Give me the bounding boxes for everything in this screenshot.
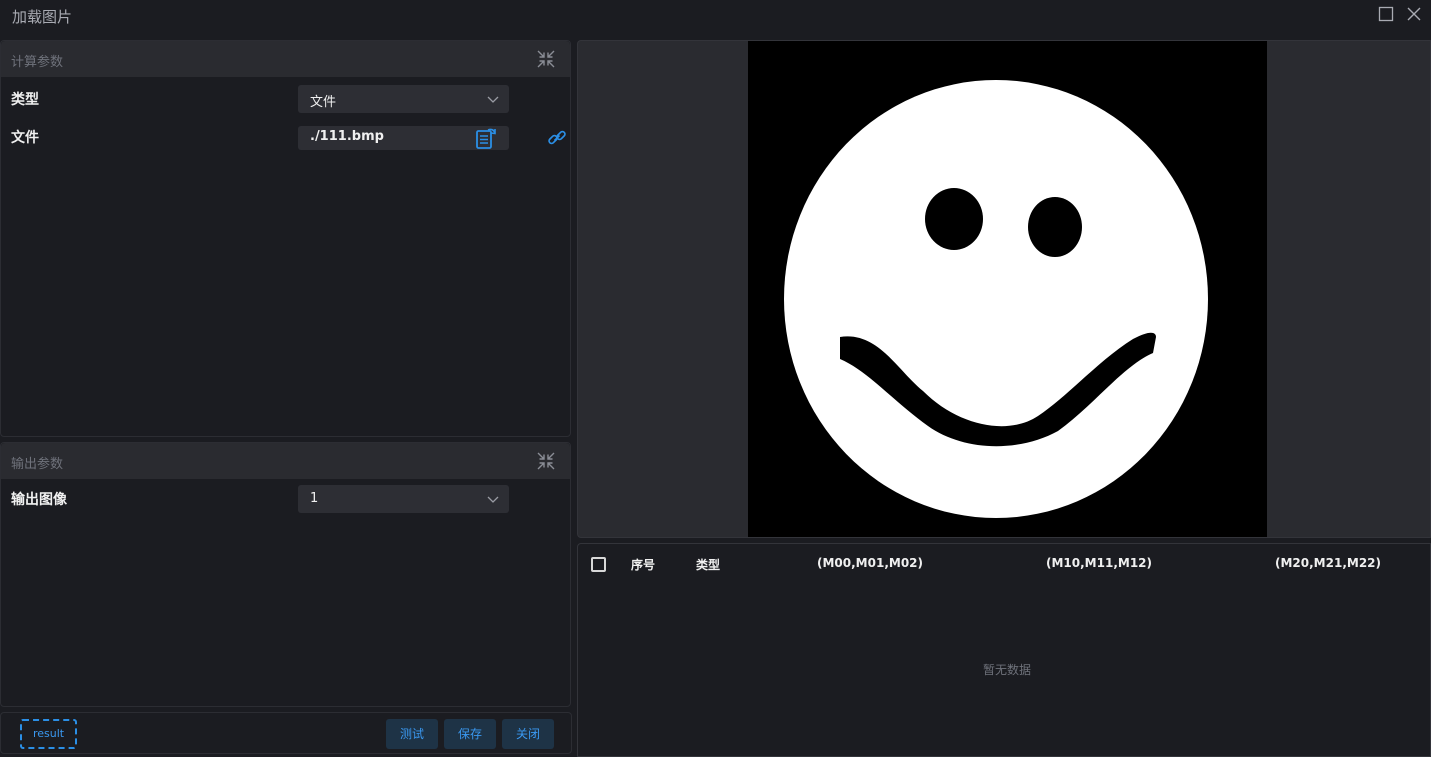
file-browse-icon[interactable]	[475, 127, 499, 149]
maximize-icon[interactable]	[1377, 5, 1395, 23]
type-row: 类型 文件	[1, 83, 572, 113]
parameters-panel: 计算参数 类型 文件 文件 ./111.bmp 输出参数 输出图像 1	[0, 40, 572, 707]
output-image-label: 输出图像	[11, 492, 67, 508]
test-button[interactable]: 测试	[386, 719, 438, 749]
preview-image[interactable]	[748, 41, 1267, 538]
file-label: 文件	[11, 130, 39, 146]
column-header-m2[interactable]: (M20,M21,M22)	[1275, 556, 1381, 570]
collapse-icon[interactable]	[536, 451, 556, 471]
collapse-icon[interactable]	[536, 49, 556, 69]
close-icon[interactable]	[1405, 5, 1423, 23]
select-all-checkbox[interactable]	[591, 557, 606, 572]
file-path-input[interactable]: ./111.bmp	[298, 126, 509, 150]
calc-params-header: 计算参数	[1, 41, 570, 77]
result-tag[interactable]: result	[20, 719, 77, 749]
output-image-value: 1	[310, 491, 319, 506]
table-header: 序号 类型 (M00,M01,M02) (M10,M11,M12) (M20,M…	[578, 544, 1431, 582]
output-params-header: 输出参数	[1, 443, 570, 479]
dialog-footer: result 测试 保存 关闭	[0, 712, 572, 754]
column-header-m1[interactable]: (M10,M11,M12)	[1046, 556, 1152, 570]
close-button[interactable]: 关闭	[502, 719, 554, 749]
title-bar: 加载图片	[0, 0, 1431, 32]
calc-params-section: 计算参数 类型 文件 文件 ./111.bmp	[0, 40, 571, 437]
chevron-down-icon	[487, 496, 499, 503]
file-row: 文件 ./111.bmp	[1, 121, 572, 151]
column-header-type[interactable]: 类型	[696, 556, 720, 573]
type-label: 类型	[11, 92, 39, 108]
type-select-value: 文件	[310, 95, 337, 110]
column-header-m0[interactable]: (M00,M01,M02)	[817, 556, 923, 570]
type-select[interactable]: 文件	[298, 85, 509, 113]
calc-params-title: 计算参数	[11, 55, 64, 70]
output-params-title: 输出参数	[11, 457, 64, 472]
file-path-value: ./111.bmp	[310, 129, 384, 144]
window-title: 加载图片	[12, 8, 73, 26]
save-button[interactable]: 保存	[444, 719, 496, 749]
output-image-select[interactable]: 1	[298, 485, 509, 513]
column-header-index[interactable]: 序号	[631, 556, 655, 573]
results-table: 序号 类型 (M00,M01,M02) (M10,M11,M12) (M20,M…	[577, 543, 1431, 757]
output-params-section: 输出参数 输出图像 1	[0, 442, 571, 707]
image-preview-panel	[577, 40, 1431, 538]
link-icon[interactable]	[547, 128, 567, 148]
output-image-row: 输出图像 1	[1, 483, 572, 513]
empty-state-text: 暂无数据	[982, 663, 1031, 677]
chevron-down-icon	[487, 96, 499, 103]
